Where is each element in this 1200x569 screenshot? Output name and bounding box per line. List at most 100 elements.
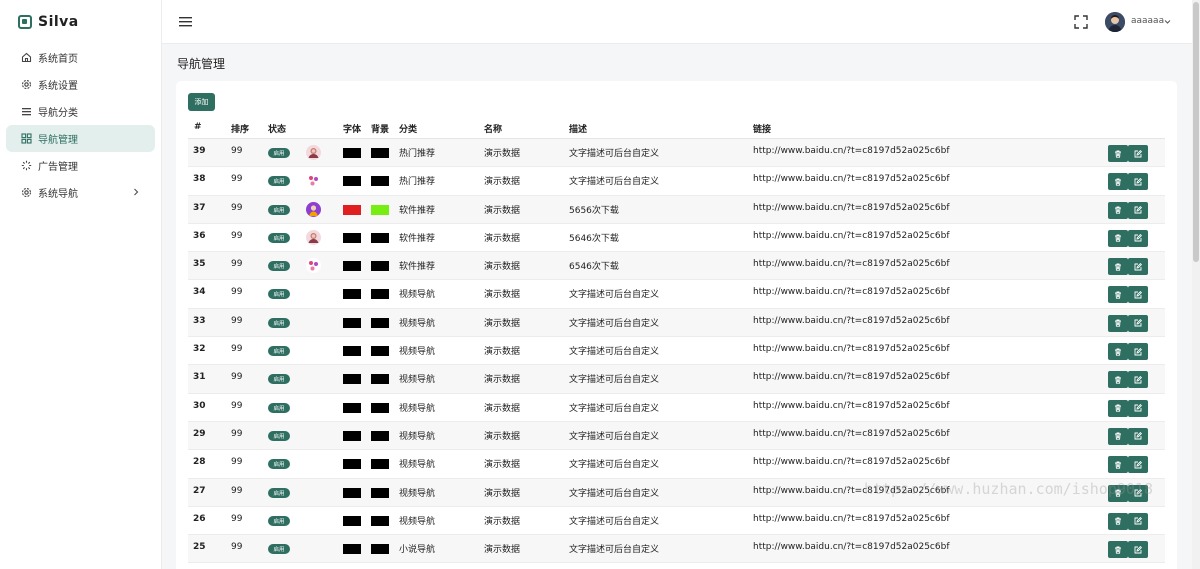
row-sort: 99 <box>231 372 243 383</box>
sidebar-item-0[interactable]: 系统首页 <box>6 44 155 71</box>
edit-button[interactable] <box>1128 314 1148 332</box>
table-row: 32 99 启用 视频导航 演示数据 文字描述可后台自定义 http://www.baidu… <box>188 337 1165 366</box>
delete-button[interactable] <box>1108 343 1128 361</box>
scrollbar-thumb[interactable] <box>1193 2 1199 262</box>
edit-button[interactable] <box>1128 343 1148 361</box>
font-color-swatch <box>343 374 361 385</box>
row-link[interactable]: http://www.baidu.cn/?t=c8197d52a025c6bf <box>753 372 950 382</box>
home-icon <box>20 52 32 64</box>
row-id: 33 <box>193 315 206 326</box>
column-font: 字体 <box>343 125 362 135</box>
trash-icon <box>1114 489 1122 497</box>
column-status: 状态 <box>268 125 287 135</box>
trash-icon <box>1114 461 1122 469</box>
chevron-down-icon[interactable] <box>1164 18 1171 25</box>
row-id: 25 <box>193 542 206 553</box>
delete-button[interactable] <box>1108 314 1128 332</box>
delete-button[interactable] <box>1108 399 1128 417</box>
add-button[interactable]: 添加 <box>188 93 215 111</box>
sidebar-item-3[interactable]: 导航管理 <box>6 125 155 152</box>
row-link[interactable]: http://www.baidu.cn/?t=c8197d52a025c6bf <box>753 259 950 269</box>
delete-button[interactable] <box>1108 427 1128 445</box>
status-badge: 启用 <box>268 232 290 243</box>
sidebar-item-label: 广告管理 <box>38 162 78 173</box>
row-id: 26 <box>193 513 206 524</box>
edit-button[interactable] <box>1128 173 1148 191</box>
column-category: 分类 <box>399 125 418 135</box>
edit-button[interactable] <box>1128 456 1148 474</box>
edit-button[interactable] <box>1128 145 1148 162</box>
row-category: 视频导航 <box>399 318 436 329</box>
trash-icon <box>1114 546 1122 554</box>
status-badge: 启用 <box>268 374 290 385</box>
row-category: 视频导航 <box>399 488 436 499</box>
background-color-swatch <box>371 374 389 385</box>
table-row: 25 99 启用 小说导航 演示数据 文字描述可后台自定义 http://www.baidu… <box>188 535 1165 564</box>
row-avatar <box>306 229 321 245</box>
edit-button[interactable] <box>1128 399 1148 417</box>
logo[interactable]: Silva <box>0 0 161 44</box>
table-row: 33 99 启用 视频导航 演示数据 文字描述可后台自定义 http://www.baidu… <box>188 308 1165 338</box>
font-color-swatch <box>343 459 361 470</box>
edit-button[interactable] <box>1128 512 1148 530</box>
row-link[interactable]: http://www.baidu.cn/?t=c8197d52a025c6bf <box>753 401 950 411</box>
trash-icon <box>1114 291 1122 299</box>
edit-button[interactable] <box>1128 484 1148 502</box>
row-link[interactable]: http://www.baidu.cn/?t=c8197d52a025c6bf <box>753 486 950 496</box>
edit-button[interactable] <box>1128 541 1148 559</box>
row-id: 27 <box>193 485 206 496</box>
font-color-swatch <box>343 544 361 555</box>
sidebar-item-4[interactable]: 广告管理 <box>6 152 155 179</box>
delete-button[interactable] <box>1108 145 1128 162</box>
row-link[interactable]: http://www.baidu.cn/?t=c8197d52a025c6bf <box>753 542 950 552</box>
page-scrollbar[interactable] <box>1192 0 1200 569</box>
row-id: 34 <box>193 287 206 298</box>
delete-button[interactable] <box>1108 258 1128 276</box>
fullscreen-icon[interactable] <box>1074 15 1088 29</box>
row-link[interactable]: http://www.baidu.cn/?t=c8197d52a025c6bf <box>753 344 950 354</box>
delete-button[interactable] <box>1108 512 1128 530</box>
row-link[interactable]: http://www.baidu.cn/?t=c8197d52a025c6bf <box>753 146 950 156</box>
row-link[interactable]: http://www.baidu.cn/?t=c8197d52a025c6bf <box>753 457 950 467</box>
row-link[interactable]: http://www.baidu.cn/?t=c8197d52a025c6bf <box>753 429 950 439</box>
delete-button[interactable] <box>1108 229 1128 247</box>
delete-button[interactable] <box>1108 456 1128 474</box>
row-sort: 99 <box>231 513 243 524</box>
edit-button[interactable] <box>1128 286 1148 304</box>
delete-button[interactable] <box>1108 286 1128 304</box>
delete-button[interactable] <box>1108 541 1128 559</box>
delete-button[interactable] <box>1108 484 1128 502</box>
row-name: 演示数据 <box>484 149 521 159</box>
status-badge: 启用 <box>268 289 290 300</box>
app-name: Silva <box>38 14 79 30</box>
row-name: 演示数据 <box>484 375 521 386</box>
menu-toggle-icon[interactable] <box>179 15 192 28</box>
edit-icon <box>1134 290 1142 299</box>
delete-button[interactable] <box>1108 173 1128 191</box>
trash-icon <box>1114 376 1122 384</box>
delete-button[interactable] <box>1108 371 1128 389</box>
row-id: 28 <box>193 457 206 468</box>
row-sort: 99 <box>231 542 243 553</box>
edit-button[interactable] <box>1128 201 1148 219</box>
edit-button[interactable] <box>1128 229 1148 247</box>
row-link[interactable]: http://www.baidu.cn/?t=c8197d52a025c6bf <box>753 203 950 213</box>
row-link[interactable]: http://www.baidu.cn/?t=c8197d52a025c6bf <box>753 231 950 241</box>
row-link[interactable]: http://www.baidu.cn/?t=c8197d52a025c6bf <box>753 287 950 297</box>
row-link[interactable]: http://www.baidu.cn/?t=c8197d52a025c6bf <box>753 316 950 326</box>
row-sort: 99 <box>231 202 243 213</box>
edit-icon <box>1134 319 1142 327</box>
delete-button[interactable] <box>1108 201 1128 219</box>
sidebar-item-1[interactable]: 系统设置 <box>6 71 155 98</box>
row-link[interactable]: http://www.baidu.cn/?t=c8197d52a025c6bf <box>753 174 950 184</box>
sidebar-item-2[interactable]: 导航分类 <box>6 98 155 125</box>
edit-button[interactable] <box>1128 258 1148 276</box>
username[interactable]: aaaaaa <box>1131 16 1164 26</box>
row-link[interactable]: http://www.baidu.cn/?t=c8197d52a025c6bf <box>753 514 950 524</box>
background-color-swatch <box>371 544 389 555</box>
edit-button[interactable] <box>1128 427 1148 445</box>
user-avatar[interactable] <box>1105 12 1125 32</box>
trash-icon <box>1114 178 1122 186</box>
edit-button[interactable] <box>1128 371 1148 389</box>
sidebar-item-5[interactable]: 系统导航 <box>6 179 155 206</box>
